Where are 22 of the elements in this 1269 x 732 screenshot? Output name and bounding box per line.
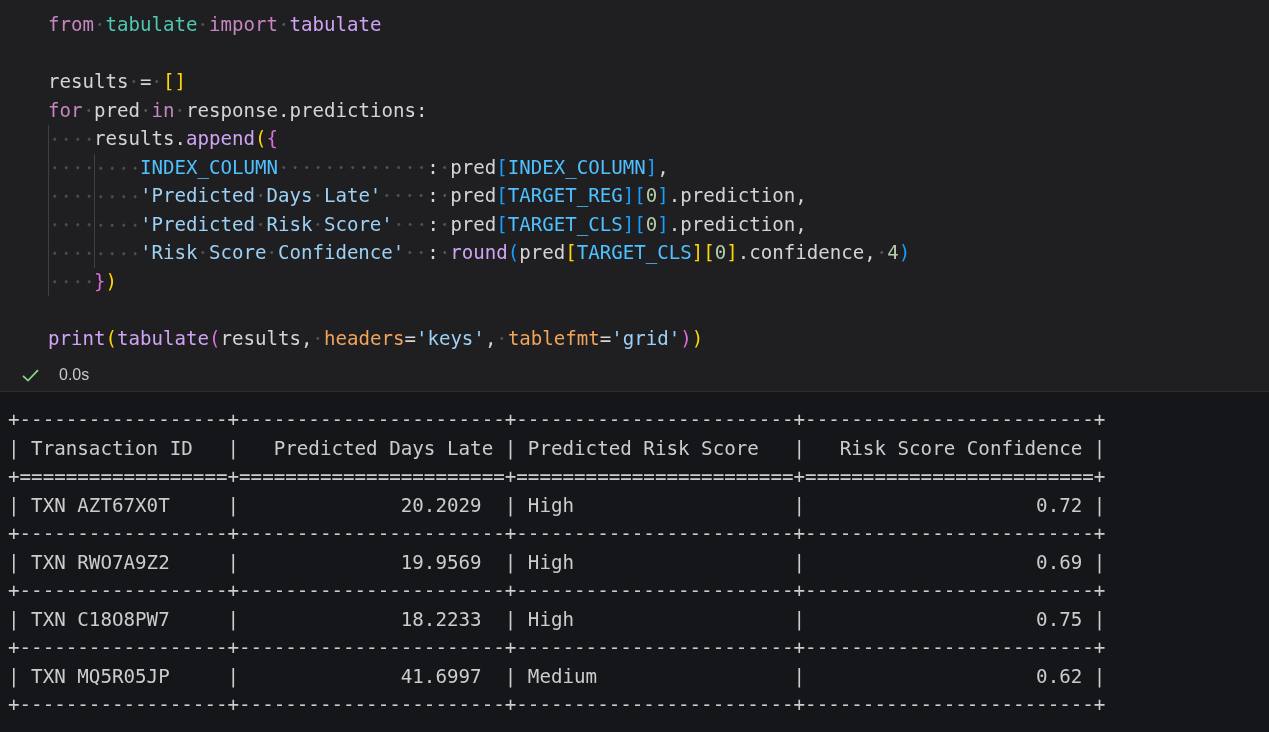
output-line: +------------------+-----------------------+------------------------+-------------------------+ bbox=[8, 407, 1106, 433]
output-line: +------------------+-----------------------+------------------------+-------------------------+ bbox=[8, 635, 1106, 661]
output-line: | TXN C18O8PW7 | 18.2233 | High | 0.75 | bbox=[8, 606, 1106, 633]
code-line: 'Risk Score Confidence' : round(pred[TARGET_CLS][0].confidence, 4) bbox=[139, 240, 911, 266]
output-line: +------------------+-----------------------+------------------------+-------------------------+ bbox=[8, 521, 1106, 547]
output-line: | TXN RWO7A9Z2 | 19.9569 | High | 0.69 | bbox=[8, 549, 1106, 576]
code-line: results = [] bbox=[48, 69, 186, 95]
code-line: }) bbox=[93, 268, 117, 295]
code-line: for pred in response.predictions: bbox=[48, 97, 428, 124]
output-line: | TXN MQ5R05JP | 41.6997 | Medium | 0.62 | bbox=[8, 663, 1106, 690]
output-line: +------------------+-----------------------+------------------------+-------------------------+ bbox=[8, 692, 1106, 718]
execution-time: 0.0s bbox=[59, 366, 90, 384]
code-line: 'Predicted Days Late' : pred[TARGET_REG][0].prediction, bbox=[139, 183, 807, 209]
output-line: +==================+=======================+========================+=========================+ bbox=[8, 464, 1106, 490]
code-line: from tabulate import tabulate bbox=[48, 12, 382, 38]
code-line: INDEX_COLUMN : pred[INDEX_COLUMN], bbox=[139, 154, 669, 181]
output-line: | TXN AZT67X0T | 20.2029 | High | 0.72 | bbox=[8, 492, 1106, 519]
output-line: | Transaction ID | Predicted Days Late | Predicted Risk Score | Risk Score Confidence | bbox=[8, 435, 1106, 462]
code-line: results.append({ bbox=[93, 126, 278, 152]
code-line: print(tabulate(results, headers='keys', tablefmt='grid')) bbox=[48, 325, 704, 352]
output-line: +------------------+-----------------------+------------------------+-------------------------+ bbox=[8, 578, 1106, 604]
code-line: 'Predicted Risk Score' : pred[TARGET_CLS][0].prediction, bbox=[139, 211, 807, 238]
